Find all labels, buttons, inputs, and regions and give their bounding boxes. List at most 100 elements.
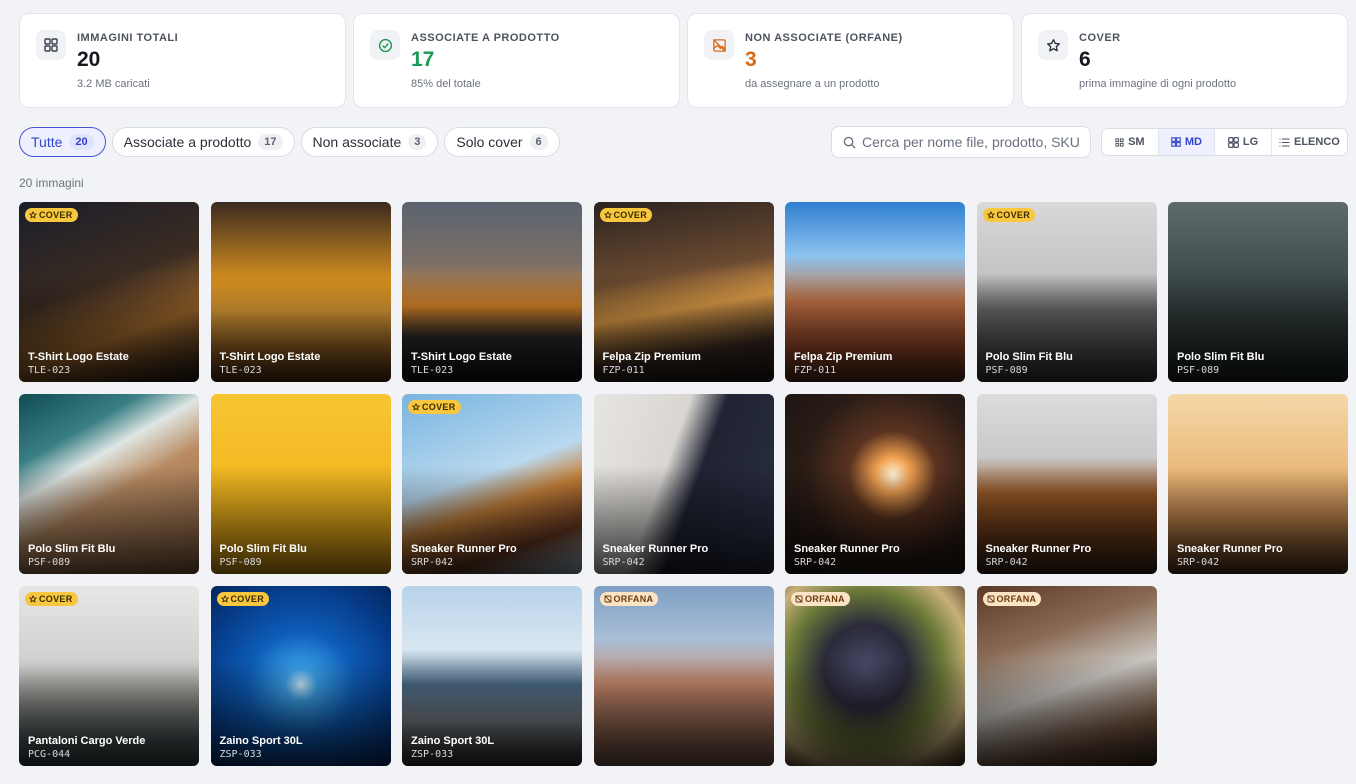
product-name: Zaino Sport 30L	[219, 735, 303, 747]
image-tile[interactable]: COVER Felpa Zip Premium FZP-011	[593, 202, 774, 382]
search-input[interactable]	[862, 134, 1087, 150]
product-name: Sneaker Runner Pro	[1177, 543, 1283, 555]
product-sku: PCG-044	[28, 749, 71, 760]
size-label: LG	[1242, 136, 1259, 148]
badge-label: COVER	[422, 402, 456, 412]
star-icon	[220, 595, 229, 603]
image-tile[interactable]: Zaino Sport 30L ZSP-033	[402, 586, 582, 766]
image-tile[interactable]: Sneaker Runner Pro SRP-042	[593, 394, 774, 574]
star-icon	[29, 211, 37, 219]
product-sku: ZSP-033	[219, 749, 262, 760]
image-tile[interactable]: Polo Slim Fit Blu PSF-089	[1168, 202, 1348, 382]
stat-card-associated: ASSOCIATE A PRODOTTO 17 85% del totale	[353, 13, 680, 108]
product-name: Pantaloni Cargo Verde	[28, 735, 146, 747]
size-label: MD	[1184, 136, 1202, 148]
stat-value: 6	[1079, 48, 1091, 71]
image-tile[interactable]: ORFANA	[976, 586, 1157, 766]
stats-row: IMMAGINI TOTALI 20 3.2 MB caricati ASSOC…	[19, 13, 1348, 108]
image-grid: COVER T-Shirt Logo Estate TLE-023 T-Shirt L…	[19, 202, 1348, 766]
star-icon	[1038, 30, 1068, 60]
image-tile[interactable]: COVER Zaino Sport 30L ZSP-033	[210, 586, 391, 766]
chip-label: Tutte	[31, 134, 63, 150]
badge-label: ORFANA	[805, 594, 845, 604]
size-button-md[interactable]: MD	[1158, 129, 1216, 155]
image-tile[interactable]: Sneaker Runner Pro SRP-042	[785, 394, 965, 574]
stat-value: 20	[77, 48, 101, 71]
product-name: Sneaker Runner Pro	[602, 543, 709, 555]
star-icon	[412, 403, 420, 411]
image-tile[interactable]: Sneaker Runner Pro SRP-042	[1168, 394, 1348, 574]
filter-chip-associated[interactable]: Associate a prodotto 17	[111, 127, 295, 157]
product-sku: PSF-089	[985, 365, 1028, 376]
badge-label: ORFANA	[996, 594, 1037, 604]
product-name: T-Shirt Logo Estate	[411, 351, 512, 363]
size-button-list[interactable]: ELENCO	[1272, 129, 1347, 155]
filter-chips: Tutte 20 Associate a prodotto 17 Non assoc…	[19, 127, 560, 157]
product-name: Polo Slim Fit Blu	[28, 543, 116, 555]
image-off-icon	[986, 595, 995, 603]
image-tile[interactable]: ORFANA	[593, 586, 774, 766]
check-circle-icon	[370, 30, 400, 60]
list-icon	[1279, 137, 1290, 147]
stat-subtext: da assegnare a un prodotto	[745, 78, 880, 90]
tile-overlay	[976, 658, 1157, 766]
filter-chip-unassociated[interactable]: Non associate 3	[300, 127, 439, 157]
orphan-badge: ORFANA	[982, 592, 1042, 606]
product-sku: PSF-089	[1177, 365, 1220, 376]
size-label: ELENCO	[1294, 136, 1340, 148]
product-name: T-Shirt Logo Estate	[219, 351, 321, 363]
chip-label: Solo cover	[456, 134, 523, 150]
image-tile[interactable]: T-Shirt Logo Estate TLE-023	[402, 202, 582, 382]
view-size-toggle: SM MD LG ELENCO	[1101, 128, 1348, 156]
product-name: Polo Slim Fit Blu	[985, 351, 1073, 363]
cover-badge: COVER	[408, 400, 461, 414]
large-grid-icon	[1227, 136, 1239, 148]
image-tile[interactable]: COVER Polo Slim Fit Blu PSF-089	[976, 202, 1157, 382]
orphan-badge: ORFANA	[791, 592, 850, 606]
image-tile[interactable]: T-Shirt Logo Estate TLE-023	[210, 202, 391, 382]
tile-overlay	[785, 658, 965, 766]
stat-label: COVER	[1079, 32, 1121, 44]
image-tile[interactable]: COVER Pantaloni Cargo Verde PCG-044	[19, 586, 199, 766]
stat-label: IMMAGINI TOTALI	[77, 32, 179, 44]
cover-badge: COVER	[25, 592, 78, 606]
star-icon	[986, 211, 995, 219]
cover-badge: COVER	[25, 208, 78, 222]
orphan-badge: ORFANA	[599, 592, 659, 606]
chip-count: 20	[69, 134, 94, 150]
product-sku: PSF-089	[219, 557, 262, 568]
product-sku: TLE-023	[411, 365, 454, 376]
stat-subtext: 85% del totale	[411, 78, 481, 90]
medium-grid-icon	[1171, 137, 1181, 147]
image-off-icon	[795, 595, 803, 603]
product-name: Sneaker Runner Pro	[411, 543, 517, 555]
image-tile[interactable]: COVER T-Shirt Logo Estate TLE-023	[19, 202, 199, 382]
size-button-lg[interactable]: LG	[1215, 129, 1272, 155]
stat-card-cover: COVER 6 prima immagine di ogni prodotto	[1021, 13, 1348, 108]
image-tile[interactable]: COVER Sneaker Runner Pro SRP-042	[402, 394, 582, 574]
image-tile[interactable]: Polo Slim Fit Blu PSF-089	[19, 394, 199, 574]
product-sku: TLE-023	[219, 365, 262, 376]
image-tile[interactable]: Polo Slim Fit Blu PSF-089	[210, 394, 391, 574]
badge-label: COVER	[996, 210, 1031, 220]
cover-badge: COVER	[216, 592, 270, 606]
product-sku: FZP-011	[602, 365, 645, 376]
image-tile[interactable]: Sneaker Runner Pro SRP-042	[976, 394, 1157, 574]
product-name: Polo Slim Fit Blu	[219, 543, 307, 555]
cover-badge: COVER	[599, 208, 653, 222]
image-off-icon	[603, 595, 612, 603]
size-button-sm[interactable]: SM	[1102, 129, 1159, 155]
grid-icon	[36, 30, 66, 60]
chip-label: Associate a prodotto	[123, 134, 252, 150]
filter-chip-all[interactable]: Tutte 20	[19, 127, 106, 157]
star-icon	[29, 595, 37, 603]
product-sku: SRP-042	[985, 557, 1028, 568]
product-name: Polo Slim Fit Blu	[1177, 351, 1265, 363]
product-sku: SRP-042	[411, 557, 454, 568]
image-tile[interactable]: ORFANA	[785, 586, 965, 766]
badge-label: COVER	[39, 210, 73, 220]
image-tile[interactable]: Felpa Zip Premium FZP-011	[785, 202, 965, 382]
product-sku: SRP-042	[794, 557, 837, 568]
filter-chip-cover-only[interactable]: Solo cover 6	[444, 127, 560, 157]
stat-value: 3	[745, 48, 757, 71]
